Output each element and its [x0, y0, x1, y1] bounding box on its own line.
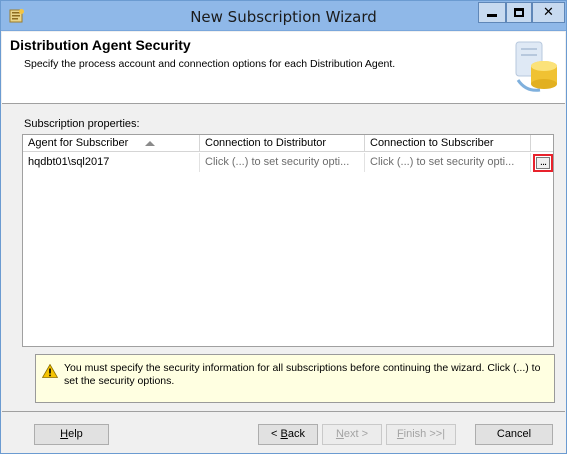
distributor-connection-cell[interactable]: Click (...) to set security opti... [200, 153, 365, 172]
subscriber-connection-cell[interactable]: Click (...) to set security opti... [365, 153, 531, 172]
next-rest: ext > [343, 428, 369, 440]
warning-message: You must specify the security informatio… [35, 354, 555, 403]
warning-icon [42, 364, 58, 378]
close-button[interactable]: ✕ [532, 2, 565, 23]
table-row[interactable]: hqdbt01\sql2017 Click (...) to set secur… [23, 153, 553, 172]
subscription-grid: Agent for Subscriber Connection to Distr… [22, 134, 554, 347]
wizard-window: New Subscription Wizard ✕ Distribution A… [0, 0, 567, 454]
help-rest: elp [68, 428, 83, 440]
column-header-distributor[interactable]: Connection to Distributor [200, 135, 365, 152]
database-wizard-icon [515, 41, 557, 92]
grid-header: Agent for Subscriber Connection to Distr… [23, 135, 553, 152]
agent-cell[interactable]: hqdbt01\sql2017 [23, 153, 200, 172]
back-mnemonic: B [280, 428, 288, 440]
page-subtitle: Specify the process account and connecti… [24, 58, 396, 70]
next-mnemonic: N [335, 428, 344, 440]
back-prefix: < [271, 428, 281, 440]
title-bar[interactable]: New Subscription Wizard ✕ [1, 1, 566, 31]
page-title: Distribution Agent Security [10, 37, 191, 53]
back-rest: ack [287, 428, 305, 440]
minimize-button[interactable] [478, 2, 506, 23]
maximize-button[interactable] [506, 2, 532, 23]
column-header-subscriber[interactable]: Connection to Subscriber [365, 135, 531, 152]
subscription-properties-label: Subscription properties: [24, 118, 140, 130]
help-button[interactable]: Help [34, 424, 109, 445]
next-button[interactable]: Next > [322, 424, 382, 445]
finish-rest: inish >>| [403, 428, 446, 440]
cancel-button[interactable]: Cancel [475, 424, 553, 445]
column-header-button [531, 135, 553, 152]
finish-button[interactable]: Finish >>| [386, 424, 456, 445]
footer-divider [2, 411, 565, 412]
finish-mnemonic: F [396, 428, 404, 440]
help-mnemonic: H [60, 428, 69, 440]
wizard-header: Distribution Agent Security Specify the … [2, 32, 565, 104]
warning-text: You must specify the security informatio… [64, 362, 541, 387]
close-icon: ✕ [543, 5, 554, 20]
back-button[interactable]: < Back [258, 424, 318, 445]
sort-ascending-icon [145, 141, 155, 146]
security-options-button[interactable]: ... [533, 154, 553, 172]
ellipsis-label: ... [536, 157, 550, 169]
minimize-icon [487, 14, 497, 17]
maximize-icon [514, 8, 524, 17]
column-header-agent[interactable]: Agent for Subscriber [23, 135, 200, 152]
